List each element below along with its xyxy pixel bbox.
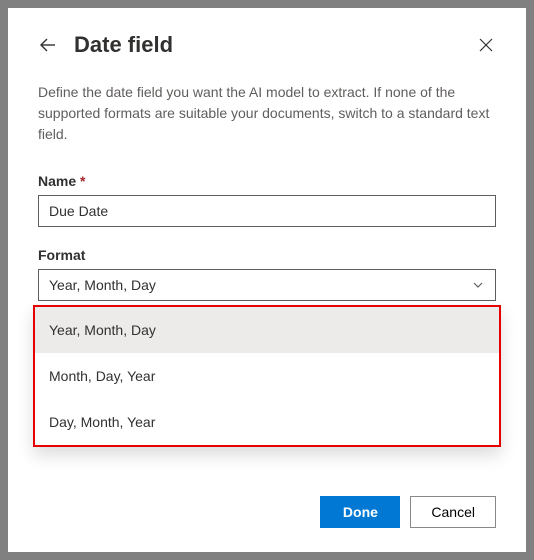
dialog-title: Date field bbox=[74, 32, 476, 58]
format-select-wrapper: Year, Month, Day Year, Month, Day Month,… bbox=[38, 269, 496, 301]
format-select[interactable]: Year, Month, Day bbox=[38, 269, 496, 301]
date-field-dialog: Date field Define the date field you wan… bbox=[8, 8, 526, 552]
format-selected-value: Year, Month, Day bbox=[49, 277, 156, 293]
format-option-dmy[interactable]: Day, Month, Year bbox=[35, 399, 499, 445]
chevron-down-icon bbox=[471, 278, 485, 292]
arrow-left-icon bbox=[39, 36, 57, 54]
format-label: Format bbox=[38, 247, 496, 263]
format-dropdown: Year, Month, Day Month, Day, Year Day, M… bbox=[33, 305, 501, 447]
cancel-button[interactable]: Cancel bbox=[410, 496, 496, 528]
close-button[interactable] bbox=[476, 35, 496, 55]
dialog-description: Define the date field you want the AI mo… bbox=[38, 82, 496, 145]
name-label: Name * bbox=[38, 173, 496, 189]
name-label-text: Name bbox=[38, 173, 76, 189]
dialog-header: Date field bbox=[38, 32, 496, 58]
close-icon bbox=[479, 38, 493, 52]
dialog-footer: Done Cancel bbox=[320, 496, 496, 528]
name-input[interactable] bbox=[38, 195, 496, 227]
format-option-mdy[interactable]: Month, Day, Year bbox=[35, 353, 499, 399]
required-marker: * bbox=[80, 173, 85, 189]
format-option-ymd[interactable]: Year, Month, Day bbox=[35, 307, 499, 353]
back-button[interactable] bbox=[38, 35, 58, 55]
done-button[interactable]: Done bbox=[320, 496, 400, 528]
